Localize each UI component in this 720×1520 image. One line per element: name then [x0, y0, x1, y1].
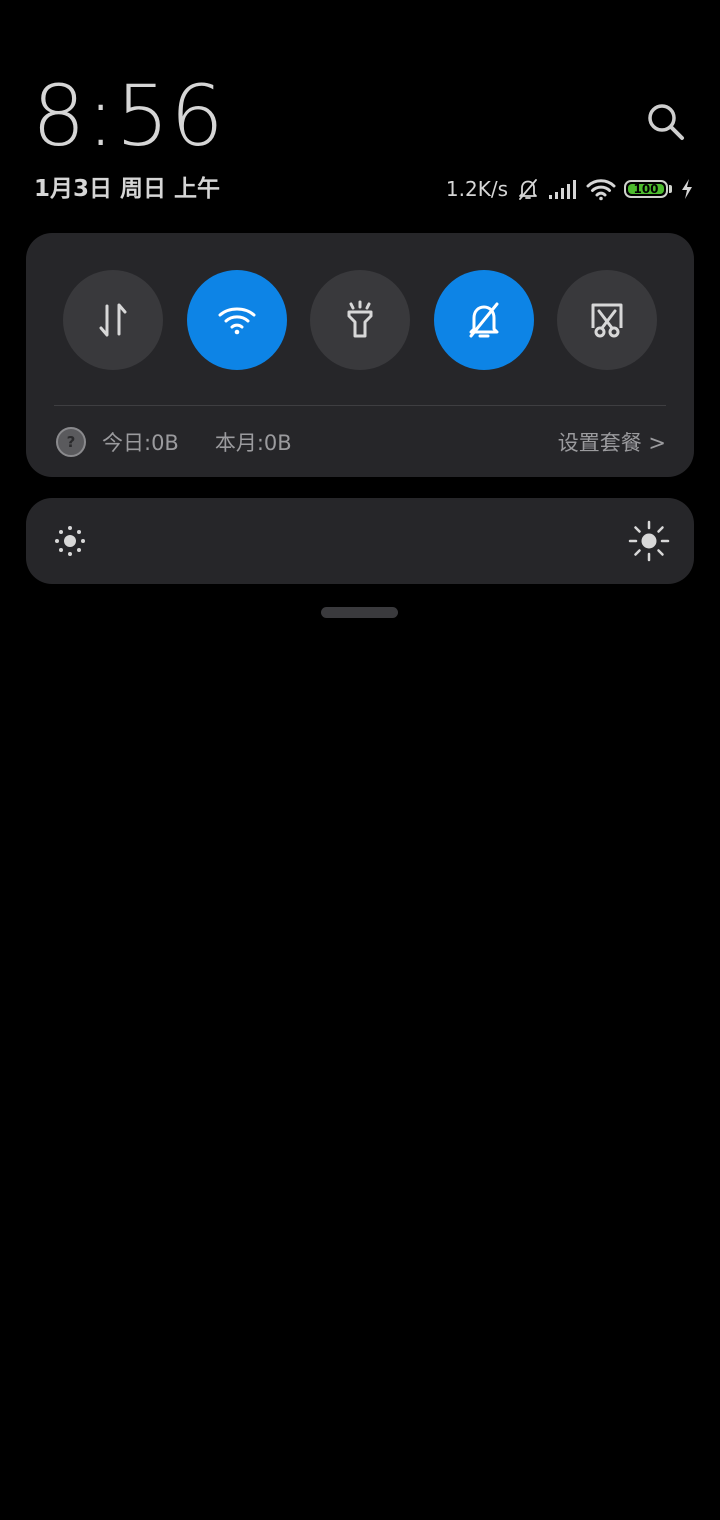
brightness-low-icon [55, 526, 85, 556]
status-icons: 1.2K/s 100 [446, 172, 694, 206]
battery-level: 100 [633, 182, 659, 196]
screenshot-scissors-icon [591, 303, 623, 338]
wifi-icon [218, 307, 255, 335]
wifi-icon [586, 179, 616, 201]
toggle-flashlight[interactable] [310, 270, 410, 370]
quick-settings-panel: ? 今日:0B 本月:0B 设置套餐 > [26, 233, 694, 477]
toggle-screenshot[interactable] [557, 270, 657, 370]
help-icon[interactable]: ? [56, 427, 86, 457]
set-plan-link[interactable]: 设置套餐 > [558, 427, 666, 457]
data-usage-row: ? 今日:0B 本月:0B 设置套餐 > [56, 422, 666, 462]
flashlight-icon [347, 300, 373, 338]
brightness-high-icon [628, 520, 670, 562]
toggle-mobile-data[interactable] [63, 270, 163, 370]
toggle-wifi[interactable] [186, 270, 287, 370]
usage-month: 本月:0B [214, 431, 292, 455]
quick-toggles-row [63, 270, 657, 370]
network-speed: 1.2K/s [445, 177, 508, 201]
bell-muted-icon [519, 179, 537, 200]
drag-handle[interactable] [321, 607, 398, 618]
toggle-silent[interactable] [433, 270, 534, 370]
charging-icon [682, 179, 692, 199]
signal-icon [549, 180, 576, 199]
usage-today: 今日:0B [102, 431, 179, 455]
brightness-slider[interactable] [26, 498, 694, 584]
battery-icon: 100 [624, 180, 668, 198]
data-transfer-icon [99, 303, 127, 337]
search-icon [648, 104, 684, 140]
panel-divider [54, 405, 666, 406]
search-button[interactable] [640, 96, 692, 148]
date-label: 1月3日 周日 上午 [34, 176, 221, 202]
battery-cap [669, 185, 672, 193]
bell-muted-icon [469, 302, 498, 338]
clock-time: 8:56 [32, 67, 225, 165]
